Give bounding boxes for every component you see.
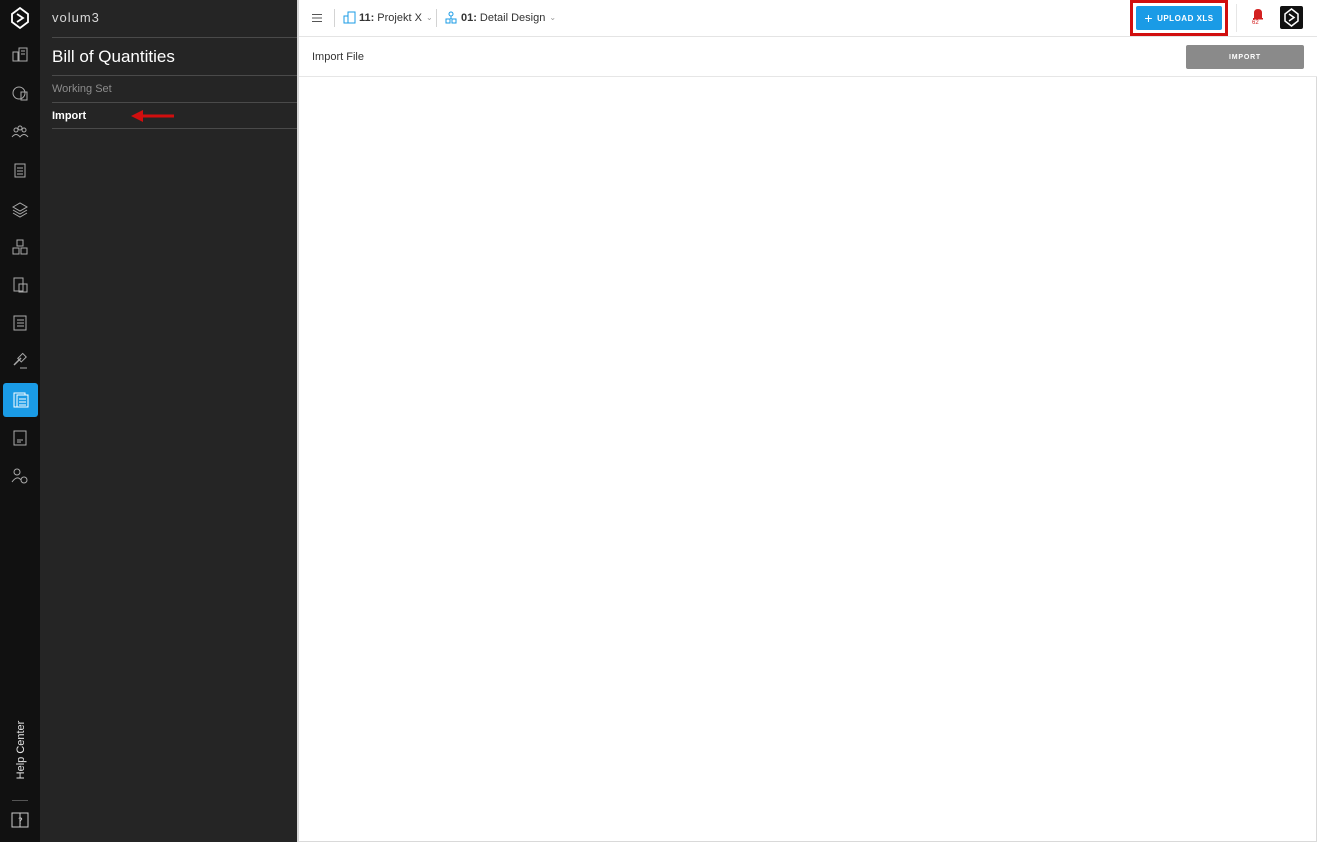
phase-name: Detail Design (479, 11, 546, 24)
project-building-icon (343, 11, 356, 24)
user-settings-icon[interactable] (4, 460, 36, 492)
icon-rail: Help Center ? (0, 0, 40, 842)
bill-of-quantities-active-icon[interactable] (3, 383, 38, 417)
project-name: Projekt X (377, 11, 422, 24)
phase-number: 01: (461, 11, 477, 24)
clipboard-icon[interactable] (4, 154, 36, 186)
team-icon[interactable] (4, 116, 36, 148)
document-transfer-icon[interactable] (4, 269, 36, 301)
cubes-icon[interactable] (4, 231, 36, 263)
separator (334, 9, 335, 27)
content-area (299, 77, 1317, 842)
nav-item-import[interactable]: Import (52, 110, 86, 122)
separator (436, 9, 437, 27)
brand-logo: volum3 (52, 10, 100, 25)
rail-divider (12, 800, 28, 801)
upload-xls-button[interactable]: + UPLOAD XLS (1136, 6, 1222, 30)
module-panel: volum3 Bill of Quantities Working Set Im… (40, 0, 297, 842)
divider (52, 102, 297, 103)
import-button[interactable]: IMPORT (1186, 45, 1304, 69)
phase-hierarchy-icon (445, 11, 457, 24)
help-center-label: Help Center (15, 720, 27, 780)
avatar[interactable] (1280, 6, 1303, 29)
bill-of-quantities-icon[interactable] (4, 307, 36, 339)
nav-item-working-set[interactable]: Working Set (52, 83, 112, 95)
svg-text:?: ? (18, 817, 23, 827)
project-selector[interactable]: 11: Projekt X ⌄ (343, 11, 433, 24)
separator (1236, 4, 1237, 32)
invoice-icon[interactable] (4, 422, 36, 454)
top-bar: 11: Projekt X ⌄ 01: Detail Design ⌄ + UP… (299, 0, 1317, 37)
logo-icon[interactable] (8, 6, 32, 30)
annotation-arrow (131, 109, 175, 123)
notification-count: 62 (1252, 20, 1259, 26)
chevron-down-icon: ⌄ (549, 13, 557, 22)
buildings-icon[interactable] (4, 38, 36, 70)
layers-icon[interactable] (4, 193, 36, 225)
help-center-link[interactable]: Help Center (10, 720, 32, 790)
divider (52, 75, 297, 76)
hamburger-icon[interactable] (311, 11, 323, 23)
project-number: 11: (359, 11, 375, 24)
globe-building-icon[interactable] (4, 77, 36, 109)
divider (52, 128, 297, 129)
chevron-down-icon: ⌄ (425, 13, 433, 22)
plus-icon: + (1144, 10, 1154, 26)
section-title: Import File (312, 51, 364, 63)
phase-selector[interactable]: 01: Detail Design ⌄ (445, 11, 556, 24)
tender-hammer-icon[interactable] (4, 345, 36, 377)
help-book-icon[interactable]: ? (10, 810, 30, 830)
page-title: Bill of Quantities (52, 47, 175, 66)
sub-header: Import File IMPORT (299, 37, 1317, 77)
upload-xls-label: UPLOAD XLS (1157, 13, 1214, 23)
divider (52, 37, 297, 38)
